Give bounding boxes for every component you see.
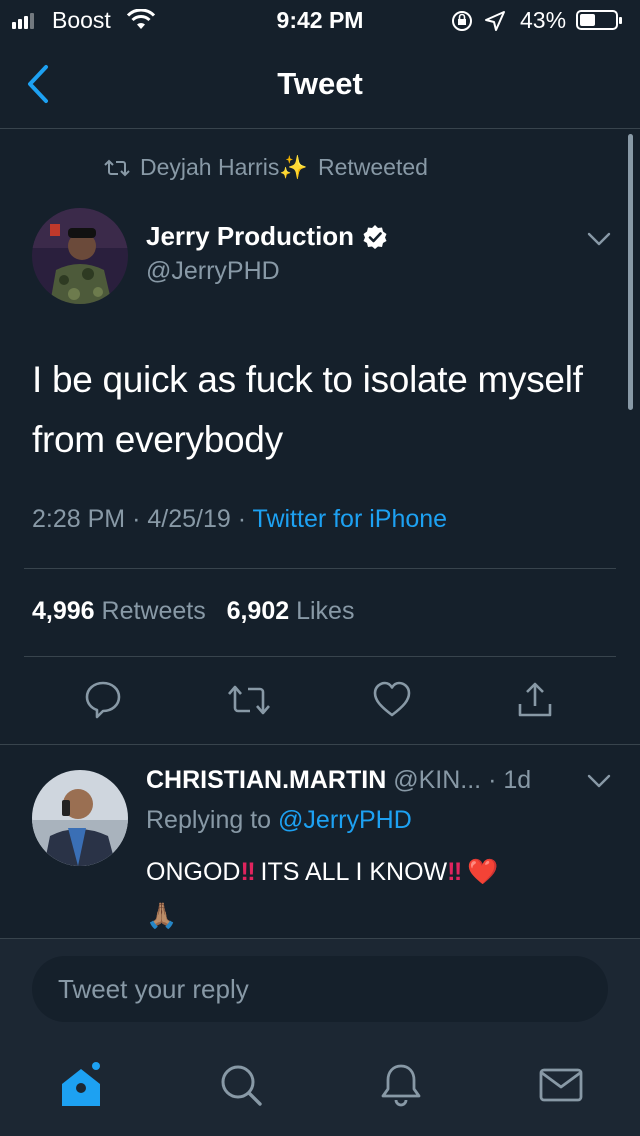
tweet-date: 4/25/19: [147, 505, 231, 533]
tab-notifications[interactable]: [378, 1062, 424, 1113]
tweet-stats: 4,996 Retweets 6,902 Likes: [32, 597, 354, 626]
reply-author-name: CHRISTIAN.MARTIN: [146, 766, 387, 794]
retweet-button[interactable]: [226, 680, 272, 725]
reply-composer-placeholder: Tweet your reply: [58, 974, 249, 1004]
reply-text-part1: ONGOD: [146, 858, 241, 886]
reply-text-part2: ITS ALL I KNOW: [260, 858, 448, 886]
reply-button[interactable]: [84, 680, 122, 725]
replying-to-handle-link[interactable]: @JerryPHD: [278, 806, 412, 834]
replying-label: Replying to: [146, 806, 272, 834]
double-exclamation-emoji: ‼: [447, 858, 462, 886]
reply-author-row[interactable]: CHRISTIAN.MARTIN @KIN... · 1d: [146, 766, 531, 795]
tweet-timestamp: 2:28 PM · 4/25/19 · Twitter for iPhone: [32, 505, 447, 534]
location-icon: [484, 10, 506, 38]
battery-percentage: 43%: [520, 7, 567, 33]
retweet-icon: [104, 159, 130, 176]
red-heart-emoji: ❤️: [467, 858, 499, 886]
retweet-icon: [228, 685, 270, 715]
retweeted-label: Retweeted: [317, 154, 428, 180]
search-icon: [221, 1065, 262, 1106]
retweets-stat[interactable]: 4,996 Retweets: [32, 597, 206, 625]
likes-stat[interactable]: 6,902 Likes: [227, 597, 355, 625]
tab-home[interactable]: [58, 1062, 104, 1113]
home-icon: [62, 1062, 100, 1106]
tab-messages[interactable]: [538, 1062, 584, 1113]
tweet-options-button[interactable]: [586, 230, 612, 253]
retweet-context[interactable]: Deyjah Harris✨ Retweeted: [104, 154, 428, 181]
status-bar: Boost 9:42 PM 43%: [0, 0, 640, 40]
reply-options-button[interactable]: [586, 772, 612, 795]
tab-search[interactable]: [218, 1062, 264, 1113]
praying-hands-emoji: 🙏🏽: [146, 902, 178, 930]
reply-author-handle: @KIN...: [393, 766, 482, 794]
retweeter-name[interactable]: Deyjah Harris✨: [140, 154, 308, 181]
meta-separator: ·: [132, 505, 141, 533]
author-avatar[interactable]: [32, 208, 128, 304]
retweets-count: 4,996: [32, 597, 95, 625]
mail-icon: [539, 1068, 583, 1102]
tweet-time: 2:28 PM: [32, 505, 126, 533]
like-button[interactable]: [372, 680, 412, 725]
retweets-label: Retweets: [101, 597, 206, 625]
divider: [0, 744, 640, 745]
bell-icon: [381, 1064, 421, 1107]
sparkles-emoji: ✨: [279, 154, 308, 180]
author-name: Jerry Production: [146, 221, 355, 251]
share-icon: [518, 682, 552, 717]
reply-age: · 1d: [488, 766, 532, 794]
chevron-down-icon: [587, 774, 611, 788]
author-handle[interactable]: @JerryPHD: [146, 257, 280, 286]
double-exclamation-emoji: ‼: [240, 858, 255, 886]
chevron-down-icon: [587, 232, 611, 246]
reply-icon: [85, 681, 121, 719]
verified-badge-icon: [363, 224, 387, 249]
tweet-source-link[interactable]: Twitter for iPhone: [253, 505, 448, 533]
scrollbar[interactable]: [628, 134, 633, 410]
page-title: Tweet: [277, 66, 363, 101]
tweet-text: I be quick as fuck to isolate myself fro…: [32, 359, 583, 460]
divider: [24, 568, 616, 569]
battery-icon: [576, 10, 622, 30]
author-name-row[interactable]: Jerry Production: [146, 221, 388, 252]
heart-icon: [373, 681, 411, 717]
meta-separator: ·: [237, 505, 247, 533]
retweeter-name-text: Deyjah Harris: [140, 154, 280, 180]
replying-to: Replying to @JerryPHD: [146, 806, 412, 835]
header-divider: [0, 128, 640, 129]
avatar-image: [32, 770, 128, 866]
reply-author-avatar[interactable]: [32, 770, 128, 866]
divider: [24, 656, 616, 657]
orientation-lock-icon: [450, 9, 474, 39]
share-button[interactable]: [516, 680, 554, 725]
likes-label: Likes: [296, 597, 355, 625]
avatar-image: [32, 208, 128, 304]
reply-text: ONGOD‼ ITS ALL I KNOW‼ ❤️ 🙏🏽: [146, 850, 606, 938]
likes-count: 6,902: [226, 597, 290, 625]
